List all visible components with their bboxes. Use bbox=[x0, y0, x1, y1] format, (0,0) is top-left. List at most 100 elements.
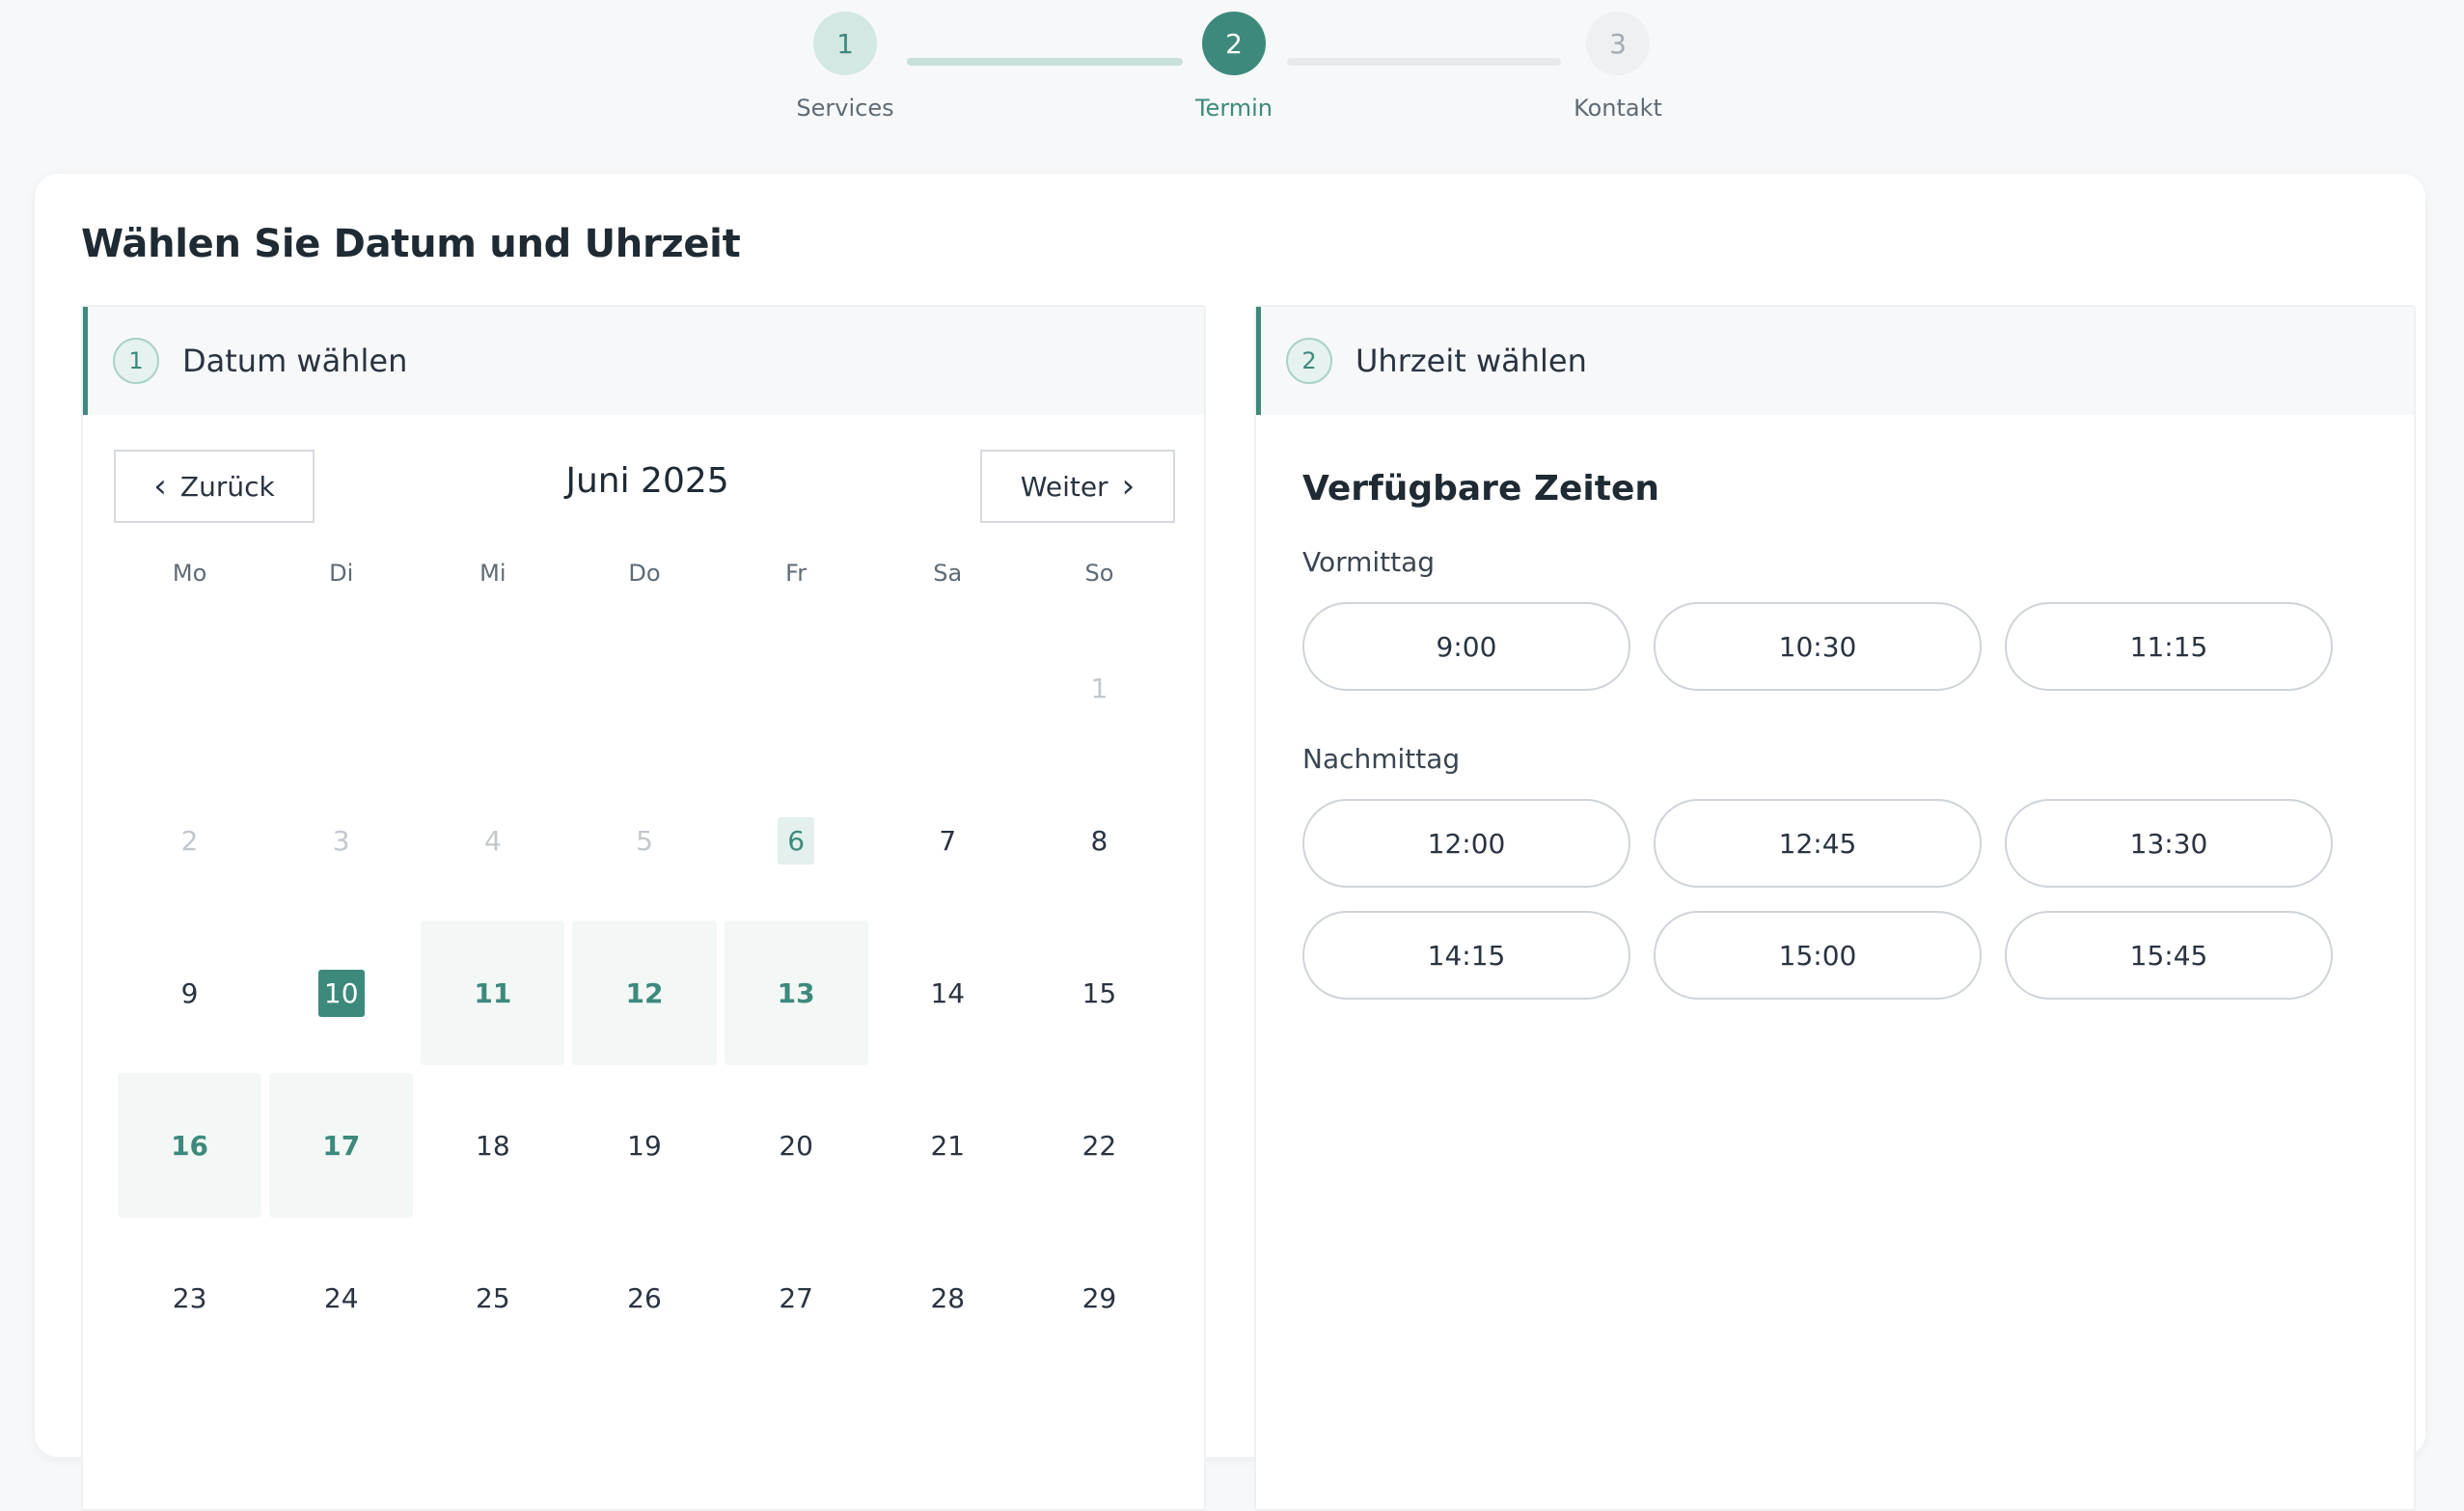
calendar-day-number: 4 bbox=[483, 824, 502, 857]
previous-month-label: Zurück bbox=[179, 470, 275, 503]
calendar-day-number: 24 bbox=[323, 1281, 359, 1314]
calendar-day-number: 27 bbox=[779, 1281, 813, 1314]
calendar-day-number: 20 bbox=[779, 1129, 813, 1162]
calendar-day-number: 25 bbox=[476, 1281, 510, 1314]
next-month-label: Weiter bbox=[1020, 470, 1109, 503]
calendar-day-number: 6 bbox=[778, 816, 815, 865]
time-slot-button[interactable]: 12:45 bbox=[1654, 799, 1982, 888]
calendar-day-number: 19 bbox=[627, 1129, 662, 1162]
time-panel-title: Uhrzeit wählen bbox=[1355, 343, 1587, 379]
time-slot-button[interactable]: 12:00 bbox=[1302, 799, 1630, 888]
weekday-label: Sa bbox=[933, 560, 963, 587]
calendar-day: 4 bbox=[417, 764, 568, 917]
time-step-badge: 2 bbox=[1286, 338, 1332, 384]
calendar-day-number: 15 bbox=[1081, 976, 1117, 1009]
available-times-title: Verfügbare Zeiten bbox=[1302, 469, 1660, 508]
calendar-day: 3 bbox=[265, 764, 417, 917]
calendar-day[interactable]: 25 bbox=[417, 1222, 568, 1374]
current-month: Juni 2025 bbox=[565, 461, 729, 501]
date-step-badge: 1 bbox=[113, 338, 159, 384]
calendar-day-number: 18 bbox=[476, 1129, 510, 1162]
calendar-day-number: 16 bbox=[171, 1129, 209, 1162]
calendar-day-number: 17 bbox=[322, 1129, 361, 1162]
time-slot-button[interactable]: 10:30 bbox=[1654, 602, 1982, 691]
calendar-day[interactable]: 8 bbox=[1024, 764, 1175, 917]
morning-slots: 9:00 10:30 11:15 bbox=[1302, 602, 2333, 691]
calendar-day-number: 5 bbox=[636, 824, 653, 857]
calendar-grid: 1 2 3 4 5 6 7 8 9 10 11 12 13 14 15 16 17 18 19 20 21 22 23 24 2… bbox=[114, 612, 1175, 1374]
calendar-day[interactable]: 21 bbox=[872, 1069, 1024, 1222]
calendar-empty-cell bbox=[265, 612, 417, 764]
calendar-day[interactable]: 20 bbox=[721, 1069, 872, 1222]
calendar-day[interactable]: 22 bbox=[1024, 1069, 1175, 1222]
chevron-left-icon: ‹ bbox=[153, 467, 167, 506]
calendar-day[interactable]: 23 bbox=[114, 1222, 265, 1374]
weekday-label: So bbox=[1084, 560, 1114, 587]
calendar-empty-cell bbox=[114, 612, 265, 764]
calendar-day[interactable]: 17 bbox=[269, 1073, 414, 1218]
chevron-right-icon: › bbox=[1121, 467, 1136, 506]
calendar-day-number: 11 bbox=[474, 976, 512, 1009]
calendar-day-selected[interactable]: 10 bbox=[265, 917, 417, 1069]
time-slot-button[interactable]: 14:15 bbox=[1302, 911, 1630, 1000]
calendar-day[interactable]: 24 bbox=[265, 1222, 417, 1374]
weekday-label: Fr bbox=[785, 560, 808, 587]
calendar-day-number: 14 bbox=[930, 976, 966, 1009]
date-panel-title: Datum wählen bbox=[182, 343, 408, 379]
calendar-day-number: 26 bbox=[627, 1281, 662, 1314]
calendar-day[interactable]: 12 bbox=[572, 920, 717, 1065]
time-slot-button[interactable]: 9:00 bbox=[1302, 602, 1630, 691]
step-number: 2 bbox=[1202, 12, 1266, 75]
step-label: Services bbox=[796, 95, 894, 122]
step-number: 1 bbox=[813, 12, 877, 75]
calendar-day-number: 23 bbox=[172, 1281, 207, 1314]
calendar-day-number: 1 bbox=[1090, 672, 1109, 704]
page-title: Wählen Sie Datum und Uhrzeit bbox=[81, 222, 741, 266]
time-slot-button[interactable]: 13:30 bbox=[2005, 799, 2333, 888]
morning-label: Vormittag bbox=[1302, 546, 1436, 578]
weekday-label: Mi bbox=[479, 560, 506, 587]
calendar-day[interactable]: 29 bbox=[1024, 1222, 1175, 1374]
previous-month-button[interactable]: ‹ Zurück bbox=[114, 450, 315, 523]
step-label: Termin bbox=[1194, 95, 1273, 122]
calendar-day-number: 21 bbox=[930, 1129, 966, 1162]
calendar-empty-cell bbox=[872, 612, 1024, 764]
calendar-day[interactable]: 26 bbox=[568, 1222, 720, 1374]
calendar-day-number: 9 bbox=[180, 976, 199, 1009]
calendar-day-number: 12 bbox=[625, 976, 664, 1009]
calendar-day-number: 29 bbox=[1081, 1281, 1117, 1314]
date-panel: 1 Datum wählen ‹ Zurück Juni 2025 Weiter… bbox=[81, 305, 1206, 1511]
calendar-day[interactable]: 13 bbox=[724, 920, 868, 1065]
calendar-empty-cell bbox=[417, 612, 568, 764]
calendar-day[interactable]: 18 bbox=[417, 1069, 568, 1222]
calendar-day[interactable]: 27 bbox=[721, 1222, 872, 1374]
time-slot-button[interactable]: 15:00 bbox=[1654, 911, 1982, 1000]
time-slot-button[interactable]: 11:15 bbox=[2005, 602, 2333, 691]
calendar-day[interactable]: 11 bbox=[421, 920, 565, 1065]
calendar-day-number: 13 bbox=[777, 976, 815, 1009]
step-kontakt[interactable]: 3 Kontakt bbox=[1512, 12, 1724, 122]
step-termin[interactable]: 2 Termin bbox=[1128, 12, 1340, 122]
calendar-day[interactable]: 19 bbox=[568, 1069, 720, 1222]
step-services[interactable]: 1 Services bbox=[739, 12, 951, 122]
calendar-day[interactable]: 9 bbox=[114, 917, 265, 1069]
weekday-header: Mo Di Mi Do Fr Sa So bbox=[114, 560, 1175, 587]
calendar-day[interactable]: 15 bbox=[1024, 917, 1175, 1069]
weekday-label: Do bbox=[628, 560, 661, 587]
calendar-day-number: 7 bbox=[939, 824, 957, 857]
calendar-day[interactable]: 6 bbox=[721, 764, 872, 917]
weekday-label: Mo bbox=[172, 560, 207, 587]
time-slot-button[interactable]: 15:45 bbox=[2005, 911, 2333, 1000]
calendar-day[interactable]: 28 bbox=[872, 1222, 1024, 1374]
time-panel-header: 2 Uhrzeit wählen bbox=[1256, 307, 2414, 415]
booking-card: Wählen Sie Datum und Uhrzeit 1 Datum wäh… bbox=[35, 174, 2425, 1511]
progress-stepper: 1 Services 2 Termin 3 Kontakt bbox=[0, 0, 2464, 164]
next-month-button[interactable]: Weiter › bbox=[980, 450, 1175, 523]
weekday-label: Di bbox=[329, 560, 354, 587]
calendar-day[interactable]: 14 bbox=[872, 917, 1024, 1069]
calendar-day-number: 8 bbox=[1090, 824, 1109, 857]
time-panel: 2 Uhrzeit wählen Verfügbare Zeiten Vormi… bbox=[1254, 305, 2416, 1511]
calendar-day[interactable]: 16 bbox=[118, 1073, 262, 1218]
calendar-day[interactable]: 7 bbox=[872, 764, 1024, 917]
calendar-day-number: 10 bbox=[317, 969, 365, 1017]
